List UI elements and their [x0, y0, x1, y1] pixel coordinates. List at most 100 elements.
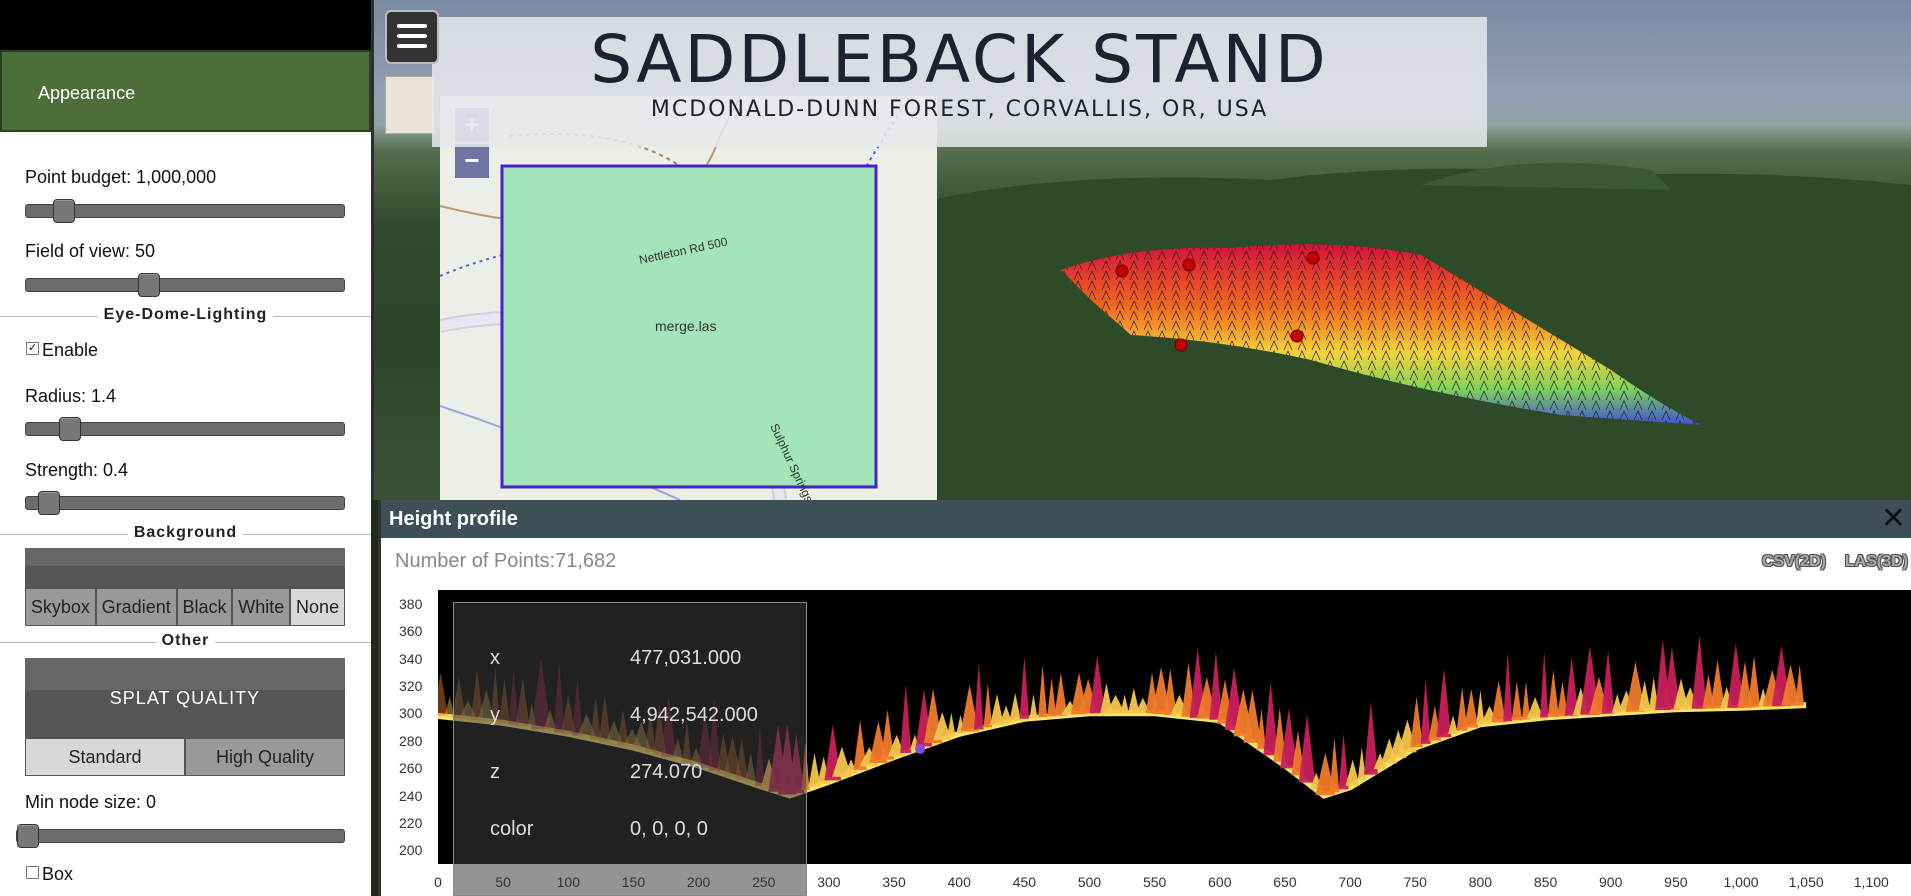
- x-tick-label: 950: [1664, 874, 1688, 890]
- y-tick-label: 260: [399, 760, 423, 777]
- tree-points: [1436, 668, 1452, 738]
- marker-point: [1182, 258, 1196, 272]
- splat-quality-header: SPLAT QUALITY: [25, 658, 345, 738]
- y-tick-label: 380: [399, 595, 423, 612]
- tree-points: [900, 683, 912, 753]
- minimap[interactable]: Nettleton Rd 500 Sulphur Springs Road + …: [440, 96, 937, 500]
- slider-thumb[interactable]: [52, 199, 75, 223]
- quality-standard-button[interactable]: Standard: [25, 738, 185, 776]
- overview-map-thumbnail[interactable]: [385, 76, 435, 134]
- background-skybox-button[interactable]: Skybox: [25, 588, 96, 626]
- y-tick-label: 240: [399, 787, 423, 804]
- fov-label: Field of view: 50: [25, 241, 156, 261]
- tooltip-value: 274.070: [630, 761, 703, 783]
- x-tick-label: 550: [1142, 874, 1167, 890]
- x-tick-label: 500: [1077, 874, 1102, 890]
- y-tick-label: 300: [399, 705, 423, 722]
- tree-points: [983, 683, 993, 728]
- tree-points: [1464, 689, 1479, 728]
- tooltip-value: 477,031.000: [630, 647, 742, 669]
- point-info-tooltip: x 477,031.000 y 4,942,542.000 z 274.070 …: [453, 602, 807, 896]
- y-tick-label: 340: [399, 650, 423, 667]
- fov-slider[interactable]: [25, 273, 345, 297]
- selected-point-marker: [915, 743, 926, 754]
- x-tick-label: 150: [621, 874, 646, 890]
- minimap-roads: Nettleton Rd 500 Sulphur Springs Road: [440, 96, 937, 500]
- sidebar: Appearance Point budget: 1,000,000 Field…: [0, 0, 371, 896]
- x-tick-label: 1,100: [1853, 874, 1889, 890]
- background-black-button[interactable]: Black: [176, 588, 233, 626]
- y-tick-label: 220: [399, 814, 423, 831]
- close-icon[interactable]: ✕: [1881, 504, 1906, 534]
- las-download-link[interactable]: LAS(3D): [1845, 553, 1908, 571]
- x-tick-label: 400: [947, 874, 971, 890]
- other-section-title: Other: [0, 632, 371, 652]
- checkbox-box[interactable]: [26, 866, 39, 879]
- marker-point: [1174, 338, 1188, 352]
- tooltip-value: 0, 0, 0, 0: [630, 818, 708, 840]
- background-none-button[interactable]: None: [290, 588, 345, 626]
- slider-thumb[interactable]: [138, 273, 161, 297]
- x-tick-label: 450: [1012, 874, 1037, 890]
- tooltip-key: x: [490, 647, 500, 669]
- box-checkbox[interactable]: Box: [26, 864, 73, 885]
- tree-points: [1047, 677, 1057, 717]
- appearance-section-header[interactable]: Appearance: [0, 50, 371, 132]
- y-tick-label: 200: [399, 842, 423, 859]
- x-tick-label: 700: [1338, 874, 1362, 890]
- tree-points: [1038, 665, 1048, 718]
- point-budget-label: Point budget: 1,000,000: [25, 167, 217, 187]
- tree-points: [1029, 694, 1038, 719]
- tree-points: [1298, 714, 1316, 783]
- height-profile-header: Height profile: [381, 500, 1911, 538]
- x-tick-label: 750: [1403, 874, 1427, 890]
- min-node-size-slider[interactable]: [16, 824, 345, 848]
- map-zoom-out-button[interactable]: −: [455, 144, 489, 178]
- hamburger-icon: [397, 24, 427, 54]
- slider-thumb[interactable]: [58, 417, 81, 441]
- background-gradient-button[interactable]: Gradient: [95, 588, 177, 626]
- splat-quality-options: Standard High Quality: [25, 738, 345, 776]
- tree-points: [1601, 650, 1615, 714]
- x-tick-label: 200: [686, 874, 711, 890]
- x-tick-label: 650: [1273, 874, 1297, 890]
- tree-points: [1009, 692, 1022, 721]
- slider-thumb[interactable]: [37, 491, 60, 515]
- tree-points: [1503, 652, 1513, 722]
- edl-enable-checkbox[interactable]: ✓ Enable: [26, 340, 98, 361]
- page-title: SADDLEBACK STAND: [590, 21, 1329, 98]
- marker-point: [1115, 264, 1129, 278]
- x-tick-label: 850: [1533, 874, 1558, 890]
- background-white-button[interactable]: White: [232, 588, 291, 626]
- x-tick-label: 800: [1468, 874, 1493, 890]
- tree-points: [947, 712, 956, 737]
- tree-points: [1511, 681, 1523, 721]
- tree-points: [1345, 759, 1360, 786]
- y-tick-label: 360: [399, 623, 423, 640]
- menu-button[interactable]: [385, 10, 439, 64]
- radius-slider[interactable]: [25, 417, 345, 441]
- strength-slider[interactable]: [25, 491, 345, 515]
- quality-high-button[interactable]: High Quality: [185, 738, 345, 776]
- tooltip-key: color: [490, 818, 534, 840]
- radius-label: Radius: 1.4: [25, 386, 117, 406]
- point-budget-slider[interactable]: [25, 199, 345, 223]
- tree-points: [1357, 747, 1366, 781]
- background-options: Skybox Gradient Black White None: [25, 588, 345, 626]
- csv-download-link[interactable]: CSV(2D): [1762, 553, 1826, 571]
- slider-thumb[interactable]: [17, 824, 39, 848]
- y-tick-label: 320: [399, 677, 423, 694]
- height-profile-title: Height profile: [389, 508, 518, 530]
- checkbox-box[interactable]: ✓: [26, 342, 39, 355]
- marker-point: [1290, 329, 1304, 343]
- x-tick-label: 300: [817, 874, 841, 890]
- tooltip-value: 4,942,542.000: [630, 704, 758, 726]
- strength-label: Strength: 0.4: [25, 460, 129, 480]
- tree-points: [1540, 651, 1549, 718]
- x-tick-label: 350: [882, 874, 906, 890]
- tree-points: [1747, 655, 1761, 708]
- background-preview: [25, 548, 345, 588]
- y-tick-label: 280: [399, 732, 423, 749]
- tooltip-key: y: [490, 704, 500, 726]
- number-of-points: Number of Points:71,682: [395, 550, 617, 572]
